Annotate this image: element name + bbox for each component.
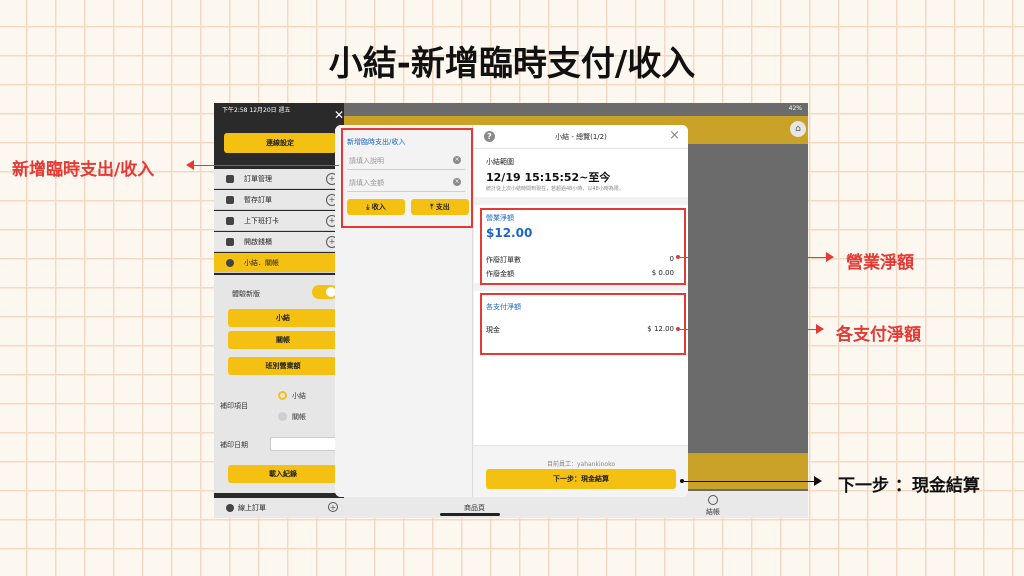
close-icon[interactable]: × — [669, 128, 680, 143]
home-indicator — [440, 513, 500, 516]
radio-summary-label: 小結 — [292, 392, 306, 400]
radio-summary[interactable] — [278, 391, 287, 400]
radio-close-day[interactable] — [278, 412, 287, 421]
arrow-icon — [814, 476, 822, 486]
sidebar-item-cash-drawer[interactable]: 開啟錢櫃 + — [214, 232, 344, 252]
help-icon[interactable]: ? — [484, 131, 495, 142]
reprint-date-field[interactable] — [270, 437, 340, 451]
range-value: 12/19 15:15:52~至今 — [486, 171, 611, 184]
load-records-button[interactable]: 載入紀錄 — [228, 465, 338, 483]
next-cash-settlement-button[interactable]: 下一步：現金結算 — [486, 469, 676, 489]
summary-button[interactable]: 小結 — [228, 309, 338, 327]
sidebar-item-clock-in[interactable]: 上下班打卡 + — [214, 211, 344, 231]
sidebar-item-label: 開啟錢櫃 — [244, 238, 272, 246]
summary-title: 小結 - 總覽(1/2) — [555, 133, 607, 141]
section-divider — [474, 197, 688, 205]
callout-line — [193, 165, 339, 166]
closing-icon — [226, 259, 234, 267]
sidebar-item-label: 訂單管理 — [244, 175, 272, 183]
radio-close-day-label: 關帳 — [292, 413, 306, 421]
callout-payment-net: 各支付淨額 — [836, 325, 921, 345]
battery-status: 42% — [788, 105, 802, 112]
cloud-icon — [226, 504, 234, 512]
checkout-icon — [708, 495, 718, 505]
close-day-button[interactable]: 關帳 — [228, 331, 338, 349]
main-yellow-strip — [684, 453, 808, 489]
callout-next-step: 下一步 ：現金結算 — [838, 476, 980, 496]
sidebar-item-online-orders[interactable]: 線上訂單 + — [214, 498, 344, 518]
callout-line — [684, 481, 814, 482]
callout-net-sales: 營業淨額 — [846, 253, 914, 273]
drawer-icon — [226, 238, 234, 246]
reprint-date-label: 補印日期 — [220, 441, 248, 449]
current-staff: 目前員工：yahankinoko — [546, 461, 616, 468]
highlight-payment-net — [480, 293, 686, 355]
sidebar-item-label: 上下班打卡 — [244, 217, 279, 225]
nav-products[interactable]: 商品頁 — [464, 503, 485, 513]
sidebar-item-label: 線上訂單 — [238, 504, 266, 512]
reprint-label: 補印項目 — [220, 402, 248, 410]
highlight-temp-income — [341, 128, 473, 228]
highlight-net-sales — [480, 208, 686, 285]
shift-sales-button[interactable]: 班別營業額 — [228, 357, 338, 375]
status-time: 下午2:58 12月20日 週五 — [222, 107, 291, 114]
nav-checkout-label: 結帳 — [706, 508, 720, 516]
range-note: 統計從上次小結時間到現在，若超過48小時，以48小時為限。 — [486, 186, 624, 192]
callout-temp-income: 新增臨時支出/收入 — [12, 160, 155, 180]
status-bar: 下午2:58 12月20日 週五 — [214, 103, 808, 116]
close-icon[interactable]: ✕ — [334, 108, 344, 122]
arrow-icon — [816, 324, 824, 334]
order-icon — [226, 175, 234, 183]
hold-icon — [226, 196, 234, 204]
callout-line — [680, 257, 826, 258]
sidebar-item-label: 暫存訂單 — [244, 196, 272, 204]
sidebar-item-held-orders[interactable]: 暫存訂單 + — [214, 190, 344, 210]
arrow-icon — [826, 252, 834, 262]
sidebar-item-label: 小結．關帳 — [244, 259, 279, 267]
callout-line — [680, 329, 816, 330]
plus-icon[interactable]: + — [328, 502, 338, 512]
home-icon[interactable]: ⌂ — [790, 121, 806, 137]
sidebar-item-orders[interactable]: 訂單管理 + — [214, 169, 344, 189]
clock-icon — [226, 217, 234, 225]
connection-settings-button[interactable]: 連線設定 — [224, 133, 336, 153]
closing-subpanel — [214, 275, 344, 493]
page-title: 小結-新增臨時支付/收入 — [328, 44, 696, 84]
range-label: 小結範圍 — [486, 158, 514, 166]
nav-checkout[interactable]: 結帳 — [706, 495, 720, 517]
sidebar-item-closing[interactable]: 小結．關帳 — [214, 253, 344, 273]
new-version-label: 體驗新版 — [232, 290, 260, 298]
